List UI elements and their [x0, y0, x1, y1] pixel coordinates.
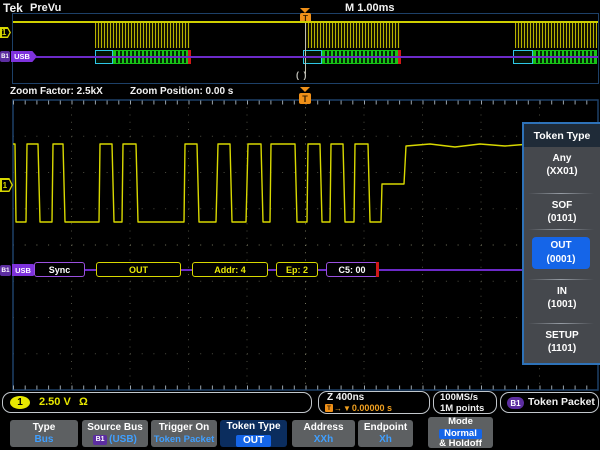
main-trigger-flag-icon[interactable]: T: [299, 93, 311, 104]
zoom-scale-readout-box: Z 400ns T → ▼ 0.00000 s: [318, 391, 430, 414]
menu-button-address[interactable]: Address XXh: [292, 420, 355, 447]
menu-button-trigger-on[interactable]: Trigger On Token Packet: [151, 420, 217, 447]
record-length: 1M points: [440, 403, 484, 414]
decode-box-token: OUT: [96, 262, 181, 277]
menu-b1-badge: B1: [93, 435, 107, 445]
bus-trigger-label: Token Packet: [528, 396, 595, 408]
zoom-scale-label: Z 400ns: [327, 392, 364, 403]
panel-separator: [528, 193, 594, 194]
trigger-t-icon: T: [325, 404, 333, 412]
decode-box-sync: Sync: [34, 262, 85, 277]
channel1-readout-box: 1 2.50 V Ω: [2, 392, 312, 413]
token-option-out-selected[interactable]: OUT(0001): [532, 237, 590, 269]
decode-box-endpoint: Ep: 2: [276, 262, 318, 277]
trigger-position-value: 0.00000 s: [352, 403, 392, 413]
decode-box-address: Addr: 4: [192, 262, 268, 277]
decode-packet-end-mark: [376, 262, 379, 277]
decode-bus-badge: B1: [0, 265, 11, 276]
oscilloscope-screen: Tek PreVu M 1.00ms 1 B1 USB T ( ) Zoom F…: [0, 0, 600, 450]
menu-button-endpoint[interactable]: Endpoint Xh: [358, 420, 413, 447]
channel1-scale: 2.50 V: [39, 396, 71, 408]
menu-button-mode[interactable]: Mode Normal & Holdoff: [428, 417, 493, 448]
bus-trigger-readout-box: B1 Token Packet: [500, 392, 599, 413]
panel-separator: [528, 323, 594, 324]
decode-box-crc5: C5: 00: [326, 262, 378, 277]
ch1-waveform-trace: [13, 144, 598, 222]
token-option-in[interactable]: IN(1001): [524, 285, 600, 311]
main-graticule-canvas: [0, 0, 600, 450]
menu-button-type[interactable]: Type Bus: [10, 420, 78, 447]
bus-b1-badge: B1: [507, 397, 524, 409]
acquisition-readout-box: 100MS/s 1M points: [433, 391, 497, 414]
token-panel-title: Token Type: [524, 124, 600, 147]
menu-button-source-bus[interactable]: Source Bus B1 (USB): [82, 420, 148, 447]
panel-separator: [528, 279, 594, 280]
panel-separator: [528, 229, 594, 230]
token-type-panel: Token Type Any(XX01) SOF(0101) OUT(0001)…: [522, 122, 600, 365]
channel1-badge: 1: [10, 396, 30, 409]
token-option-setup[interactable]: SETUP(1101): [524, 329, 600, 355]
marker-down-icon: ▼: [343, 404, 351, 413]
token-option-any[interactable]: Any(XX01): [524, 152, 600, 178]
channel1-coupling: Ω: [79, 396, 88, 408]
arrow-right-icon: →: [334, 404, 342, 413]
sample-rate: 100MS/s: [440, 392, 478, 403]
menu-button-token-type[interactable]: Token Type OUT: [220, 420, 287, 447]
token-option-sof[interactable]: SOF(0101): [524, 199, 600, 225]
